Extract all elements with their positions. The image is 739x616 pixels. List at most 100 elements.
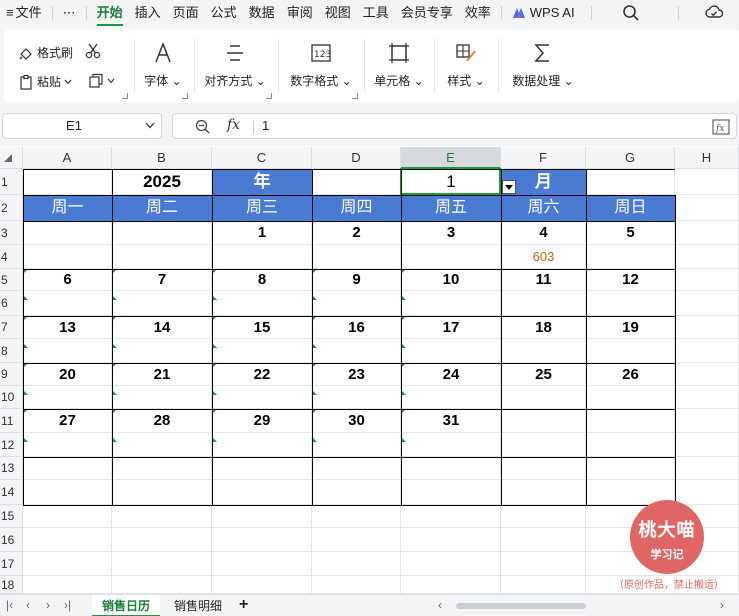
row-header-3[interactable]: 3 (0, 221, 23, 245)
menu-separator (500, 6, 502, 20)
row-header-7[interactable]: 7 (0, 316, 23, 339)
tab-formula[interactable]: 公式 (205, 0, 243, 26)
column-header-b[interactable]: B (112, 147, 212, 169)
scroll-right-icon[interactable]: › (720, 598, 724, 612)
column-header-f[interactable]: F (501, 147, 586, 169)
tab-page[interactable]: 页面 (167, 0, 205, 26)
row-header-14[interactable]: 14 (0, 480, 23, 505)
year-value[interactable]: 2025 (112, 169, 212, 195)
prev-sheet-icon[interactable]: ‹ (26, 598, 30, 612)
data-processing-button[interactable]: 数据处理 ⌄ (508, 29, 578, 89)
row-header-10[interactable]: 10 (0, 386, 23, 409)
spreadsheet-grid[interactable]: A B C D E F G H 1 2 3 4 5 6 7 8 9 10 11 12 13 14 15 16 17 18 2025 年… (0, 146, 739, 594)
column-header-e[interactable]: E (401, 147, 501, 169)
horizontal-scrollbar[interactable] (456, 603, 586, 609)
weekday-header[interactable]: 周日 (586, 195, 675, 221)
column-header-a[interactable]: A (23, 147, 112, 169)
row-header-8[interactable]: 8 (0, 339, 23, 363)
align-button[interactable]: 对齐方式 ⌄ (200, 29, 270, 89)
group-launcher-icon[interactable] (122, 93, 128, 99)
chevron-down-icon[interactable] (145, 122, 155, 129)
row-header-4[interactable]: 4 (0, 245, 23, 269)
tab-tools[interactable]: 工具 (357, 0, 395, 26)
function-wizard-icon[interactable]: fx (712, 118, 730, 136)
tab-insert[interactable]: 插入 (129, 0, 167, 26)
row-header-11[interactable]: 11 (0, 409, 23, 433)
calendar-day-cell[interactable] (212, 457, 312, 505)
sheet-tab-calendar[interactable]: 销售日历 (92, 595, 161, 616)
next-sheet-icon[interactable]: › (46, 598, 50, 612)
row-header-9[interactable]: 9 (0, 363, 23, 386)
paste-button[interactable]: 粘贴 (18, 73, 72, 90)
day-number: 25 (535, 366, 552, 383)
row-header-1[interactable]: 1 (0, 169, 23, 195)
row-header-18[interactable]: 18 (0, 576, 23, 594)
day-number: 28 (153, 412, 171, 429)
format-painter-button[interactable]: 格式刷 (18, 44, 73, 61)
group-launcher-icon[interactable] (352, 93, 358, 99)
zoom-icon[interactable] (195, 119, 210, 134)
tab-data[interactable]: 数据 (243, 0, 281, 26)
weekday-header[interactable]: 周二 (112, 195, 212, 221)
cloud-sync-icon[interactable] (705, 4, 723, 22)
row-header-5[interactable]: 5 (0, 269, 23, 291)
copy-button[interactable] (88, 73, 115, 89)
weekday-header[interactable]: 周六 (501, 195, 586, 221)
calendar-day-cell[interactable] (586, 409, 675, 457)
column-header-h[interactable]: H (675, 147, 739, 169)
name-box[interactable]: E1 (2, 113, 162, 139)
menu-file[interactable]: 文件 (16, 0, 48, 26)
column-header-g[interactable]: G (586, 147, 675, 169)
row-header-13[interactable]: 13 (0, 457, 23, 480)
column-header-d[interactable]: D (312, 147, 401, 169)
year-label[interactable]: 年 (212, 169, 312, 195)
tab-member[interactable]: 会员专享 (395, 0, 459, 26)
row-header-12[interactable]: 12 (0, 433, 23, 457)
weekday-header[interactable]: 周一 (23, 195, 112, 221)
cell-button[interactable]: 单元格 ⌄ (364, 29, 434, 89)
calendar-day-cell[interactable] (112, 457, 212, 505)
calendar-day-cell[interactable] (401, 457, 501, 505)
tab-review[interactable]: 审阅 (281, 0, 319, 26)
weekday-header[interactable]: 周五 (401, 195, 501, 221)
row-header-16[interactable]: 16 (0, 528, 23, 552)
wps-ai-button[interactable]: WPS AI (506, 0, 581, 26)
row-header-6[interactable]: 6 (0, 291, 23, 316)
group-launcher-icon[interactable] (182, 93, 188, 99)
column-header-c[interactable]: C (212, 147, 312, 169)
calendar-day-cell[interactable] (312, 457, 401, 505)
last-sheet-icon[interactable]: ›| (64, 598, 71, 612)
cell-dropdown-button[interactable] (502, 180, 516, 194)
formula-value[interactable]: 1 (262, 118, 269, 133)
cut-icon[interactable] (84, 42, 102, 60)
number-format-button[interactable]: 123 数字格式 ⌄ (286, 29, 356, 89)
hamburger-icon[interactable]: ≡ (0, 0, 16, 26)
calendar-day-cell[interactable] (23, 457, 112, 505)
select-all-corner[interactable] (0, 147, 23, 169)
scroll-left-icon[interactable]: ‹ (438, 598, 442, 612)
search-icon[interactable] (622, 4, 640, 22)
group-launcher-icon[interactable] (266, 93, 272, 99)
tab-home[interactable]: 开始 (91, 0, 129, 26)
row-header-17[interactable]: 17 (0, 552, 23, 576)
row-header-2[interactable]: 2 (0, 195, 23, 221)
calendar-day-cell[interactable] (112, 221, 212, 269)
svg-text:fx: fx (715, 124, 724, 134)
font-button[interactable]: 字体 ⌄ (128, 29, 198, 89)
fx-icon[interactable]: fx (227, 117, 240, 133)
add-sheet-icon[interactable]: + (239, 596, 248, 614)
tab-view[interactable]: 视图 (319, 0, 357, 26)
calendar-day-cell[interactable] (23, 221, 112, 269)
weekday-header[interactable]: 周三 (212, 195, 312, 221)
row-header-15[interactable]: 15 (0, 505, 23, 528)
style-button[interactable]: 样式 ⌄ (431, 29, 501, 89)
more-icon[interactable]: ⋯ (57, 0, 82, 26)
weekday-header[interactable]: 周四 (312, 195, 401, 221)
calendar-day-cell[interactable] (501, 457, 586, 505)
formula-input[interactable]: fx 1 fx (172, 113, 737, 139)
tab-efficiency[interactable]: 效率 (459, 0, 497, 26)
first-sheet-icon[interactable]: |‹ (6, 598, 13, 612)
calendar-day-cell[interactable] (586, 457, 675, 505)
calendar-day-cell[interactable] (501, 409, 586, 457)
sheet-tab-details[interactable]: 销售明细 (164, 595, 232, 616)
